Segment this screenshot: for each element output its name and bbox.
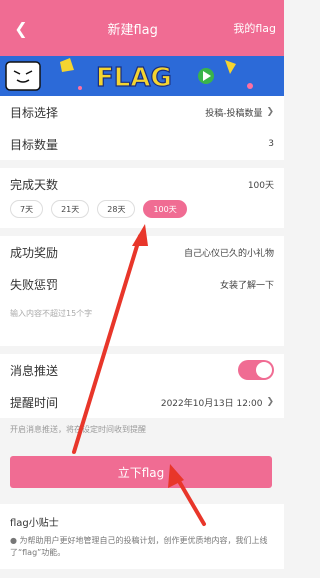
days-option-7[interactable]: 7天 xyxy=(10,200,44,218)
days-option-28[interactable]: 28天 xyxy=(97,200,136,218)
days-value: 100天 xyxy=(247,180,274,191)
back-arrow-icon[interactable]: ❮ xyxy=(10,17,32,39)
target-select-row[interactable]: 目标选择 投稿-投稿数量 ❯ xyxy=(0,96,284,128)
remind-time-label: 提醒时间 xyxy=(10,395,59,410)
days-option-100[interactable]: 100天 xyxy=(143,200,187,218)
create-flag-button[interactable]: 立下flag xyxy=(10,456,272,488)
banner-art: FLAG xyxy=(0,56,284,96)
flag-banner: FLAG xyxy=(0,56,284,96)
push-row: 消息推送 xyxy=(0,354,284,386)
push-toggle[interactable] xyxy=(238,360,274,380)
input-hint: 输入内容不超过15个字 xyxy=(0,300,284,346)
chevron-right-icon: ❯ xyxy=(266,107,274,117)
days-label: 完成天数 xyxy=(10,177,59,192)
push-label: 消息推送 xyxy=(10,363,59,378)
tips-body: ● 为帮助用户更好地管理自己的投稿计划，创作更优质地内容，我们上线了“flag”… xyxy=(10,536,268,557)
reward-value[interactable]: 自己心仪已久的小礼物 xyxy=(184,246,274,259)
chevron-right-icon: ❯ xyxy=(266,397,274,407)
tips-title: flag小贴士 xyxy=(10,518,59,529)
remind-time-value: 2022年10月13日 12:00 xyxy=(160,398,263,409)
page-title: 新建flag xyxy=(107,22,158,38)
target-select-label: 目标选择 xyxy=(10,105,59,120)
target-count-label: 目标数量 xyxy=(10,137,59,152)
penalty-label: 失败惩罚 xyxy=(10,277,59,292)
reward-label: 成功奖励 xyxy=(10,245,59,260)
target-count-value: 3 xyxy=(268,139,274,149)
remind-time-row[interactable]: 提醒时间 2022年10月13日 12:00 ❯ xyxy=(0,386,284,418)
target-select-value: 投稿-投稿数量 xyxy=(205,108,263,119)
days-row: 完成天数 100天 xyxy=(0,168,284,200)
top-bar: ❮ 新建flag 我的flag xyxy=(0,0,284,56)
target-count-row[interactable]: 目标数量 3 xyxy=(0,128,284,160)
days-options: 7天 21天 28天 100天 xyxy=(0,200,284,228)
toggle-knob xyxy=(256,362,272,378)
banner-flag-text: FLAG xyxy=(96,63,172,93)
tips-section: flag小贴士 ● 为帮助用户更好地管理自己的投稿计划，创作更优质地内容，我们上… xyxy=(0,504,284,569)
my-flag-link[interactable]: 我的flag xyxy=(233,20,276,36)
penalty-value[interactable]: 女装了解一下 xyxy=(220,278,274,291)
penalty-row[interactable]: 失败惩罚 女装了解一下 xyxy=(0,268,284,300)
reward-row[interactable]: 成功奖励 自己心仪已久的小礼物 xyxy=(0,236,284,268)
days-option-21[interactable]: 21天 xyxy=(51,200,90,218)
push-note: 开启消息推送，将在设定时间收到提醒 xyxy=(10,425,146,434)
